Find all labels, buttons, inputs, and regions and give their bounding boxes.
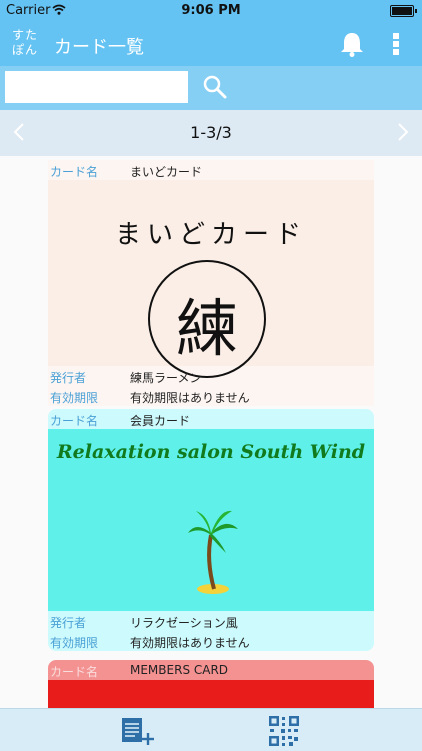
issuer-value: 練馬ラーメン	[130, 371, 202, 385]
status-bar: Carrier 9:06 PM	[0, 0, 422, 22]
card-name: MEMBERS CARD	[130, 663, 229, 677]
card-image-title: まいどカード	[114, 220, 307, 250]
expiry-value: 有効期限はありません	[130, 636, 250, 650]
expiry-value: 有効期限はありません	[130, 391, 250, 405]
logo-line-2: ぽん	[12, 43, 39, 57]
card-name: まいどカード	[130, 165, 203, 179]
palm-tree-icon	[188, 510, 238, 594]
bottom-tab-bar	[0, 708, 422, 751]
issuer-value: リラクゼーション風	[130, 616, 238, 630]
nav-bar: すた ぽん カード一覧	[0, 22, 422, 66]
search-bar	[0, 66, 422, 110]
more-vertical-icon[interactable]	[388, 31, 404, 57]
chevron-right-icon[interactable]	[396, 121, 410, 143]
card-item[interactable]: カード名 会員カード Relaxation salon South Wind 発…	[48, 409, 374, 651]
bell-icon[interactable]	[338, 30, 366, 58]
issuer-label: 発行者	[50, 371, 87, 385]
card-image[interactable]: まいどカード 練	[48, 180, 374, 378]
issuer-label: 発行者	[50, 616, 87, 630]
card-name-label: カード名	[50, 414, 99, 428]
status-time: 9:06 PM	[181, 3, 241, 18]
logo-line-1: すた	[12, 28, 39, 42]
qr-code-icon[interactable]	[268, 715, 300, 747]
card-image[interactable]: Relaxation salon South Wind	[48, 429, 374, 611]
card-name-label: カード名	[50, 665, 99, 679]
search-icon[interactable]	[202, 74, 228, 100]
app-logo: すた ぽん	[12, 28, 42, 58]
card-item[interactable]: カード名 MEMBERS CARD	[48, 660, 374, 708]
card-list[interactable]: カード名 まいどカード まいどカード 練 発行者 練馬ラーメン 有効期限 有効期…	[0, 156, 422, 708]
expiry-label: 有効期限	[50, 391, 99, 405]
add-card-icon[interactable]	[120, 716, 156, 746]
expiry-label: 有効期限	[50, 636, 99, 650]
card-image[interactable]	[48, 680, 374, 708]
card-name: 会員カード	[130, 414, 191, 428]
card-name-label: カード名	[50, 165, 99, 179]
seal-character: 練	[175, 292, 238, 365]
card-image-title: Relaxation salon South Wind	[56, 441, 366, 463]
search-input[interactable]	[5, 71, 188, 103]
pagination-bar: 1-3/3	[0, 110, 422, 156]
page-range: 1-3/3	[190, 123, 232, 142]
page-title: カード一覧	[54, 37, 144, 58]
battery-icon	[390, 5, 417, 17]
seal-stamp: 練	[148, 260, 266, 378]
card-item[interactable]: カード名 まいどカード まいどカード 練 発行者 練馬ラーメン 有効期限 有効期…	[48, 160, 374, 406]
